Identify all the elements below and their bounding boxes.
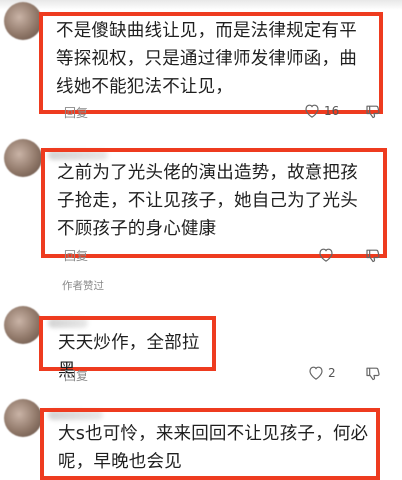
top-fade [0, 0, 402, 10]
heart-icon [319, 248, 333, 262]
like-button[interactable]: 16 [304, 103, 339, 118]
thumbs-down-icon[interactable] [365, 366, 381, 381]
author-liked-badge: 作者赞过 [62, 280, 104, 292]
comment-text: 大s也可怜，来来回回不让见孩子，何必呢，早晚也会见 [58, 424, 369, 472]
avatar[interactable] [4, 306, 42, 344]
thumbs-down-icon[interactable] [365, 104, 381, 119]
reply-button[interactable]: 回复 [64, 367, 88, 384]
avatar[interactable] [4, 139, 42, 177]
like-button[interactable]: 2 [308, 365, 336, 380]
reply-button[interactable]: 回复 [64, 247, 88, 264]
reply-button[interactable]: 回复 [64, 104, 88, 121]
like-button[interactable] [318, 247, 334, 262]
like-count: 2 [328, 365, 336, 380]
avatar[interactable] [4, 2, 42, 40]
heart-icon [309, 366, 323, 380]
comment-text: 之前为了光头佬的演出造势，故意把孩子抢走，不让见孩子，她自己为了光头不顾孩子的身… [57, 163, 358, 239]
avatar[interactable] [4, 399, 42, 437]
heart-icon [305, 104, 319, 118]
comment-text: 不是傻缺曲线让见，而是法律规定有平等探视权，只是通过律师发律师函，曲线她不能犯法… [56, 21, 357, 97]
thumbs-down-icon[interactable] [365, 248, 381, 263]
like-count: 16 [324, 103, 340, 118]
